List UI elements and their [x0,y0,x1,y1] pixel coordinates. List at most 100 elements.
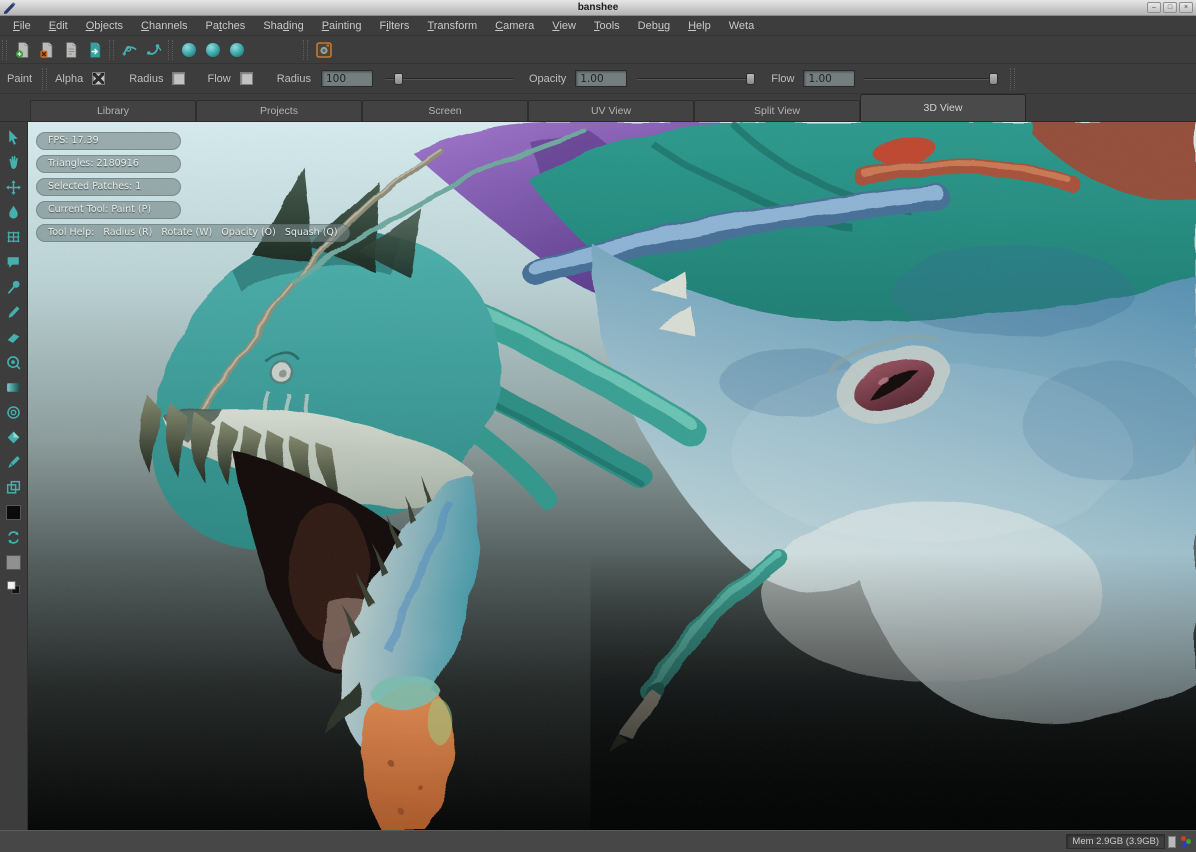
curve-tool-button[interactable] [142,38,166,62]
maximize-button[interactable]: □ [1163,2,1177,13]
menu-item[interactable]: Edit [40,16,77,36]
view-tab[interactable]: Projects [196,100,362,121]
new-project-button[interactable] [11,38,35,62]
save-project-button[interactable] [59,38,83,62]
toolbar-drag-handle[interactable] [109,40,114,60]
brush-preset-1-button[interactable] [177,38,201,62]
warp-grid-tool-button[interactable] [2,225,26,249]
radius-slider[interactable] [385,72,513,86]
close-project-button[interactable] [35,38,59,62]
background-color-icon [5,554,22,571]
3d-viewport[interactable]: FPS: 17.39 Triangles: 2180916 Selected P… [28,122,1196,830]
opacity-slider[interactable] [637,72,755,86]
patch-tool-button[interactable] [2,250,26,274]
menu-item[interactable]: File [4,16,40,36]
import-archive-icon [86,41,104,59]
opacity-label: Opacity [529,73,566,85]
flow-slider[interactable] [864,72,998,86]
flow-input[interactable] [803,70,855,87]
tool-shelf [0,122,28,830]
swap-colors-button[interactable] [2,525,26,549]
path-tool-icon [121,41,139,59]
brush-preset-2-button[interactable] [201,38,225,62]
menu-item[interactable]: View [543,16,585,36]
paint-tool-label: Paint [7,73,32,85]
menu-item[interactable]: Objects [77,16,132,36]
radius-checkbox[interactable] [172,72,185,85]
menu-item[interactable]: Painting [313,16,371,36]
memory-indicator: Mem 2.9GB (3.9GB) [1066,834,1165,849]
radius-slider-handle[interactable] [394,73,403,85]
menu-item[interactable]: Transform [418,16,486,36]
view-tab[interactable]: Library [30,100,196,121]
brush-preset-3-button[interactable] [225,38,249,62]
paint-through-tool-button[interactable] [2,450,26,474]
foreground-color-icon [5,504,22,521]
menu-item[interactable]: Help [679,16,720,36]
brush-preset-1-icon [180,41,198,59]
droplet-icon [5,204,22,221]
paint-brush-tool-button[interactable] [2,300,26,324]
pan-hand-icon [5,154,22,171]
view-tab[interactable]: Screen [362,100,528,121]
reset-colors-button[interactable] [2,575,26,599]
minimize-button[interactable]: – [1147,2,1161,13]
view-tab-bar: Library Projects Screen UV View Split Vi… [0,94,1196,122]
blur-tool-button[interactable] [2,200,26,224]
clone-stamp-icon [5,354,22,371]
close-button[interactable]: × [1179,2,1193,13]
status-spacer [1168,836,1176,848]
pan-tool-button[interactable] [2,150,26,174]
view-tab[interactable]: 3D View [860,94,1026,121]
menu-item[interactable]: Weta [720,16,763,36]
hud-pill: Selected Patches: 1 [36,178,181,196]
close-project-icon [38,41,56,59]
radial-falloff-tool-button[interactable] [2,400,26,424]
clone-stamp-tool-button[interactable] [2,350,26,374]
move-cross-icon [5,179,22,196]
rgb-channels-icon [1180,836,1192,848]
menu-item[interactable]: Shading [254,16,312,36]
opacity-slider-handle[interactable] [746,73,755,85]
radius-input[interactable] [321,70,373,87]
toolbar-drag-handle[interactable] [303,40,308,60]
path-tool-button[interactable] [118,38,142,62]
toolbar-drag-handle[interactable] [2,40,7,60]
window-title: banshee [0,2,1196,13]
paintbar-drag-handle[interactable] [42,68,47,90]
flow-label: Flow [771,73,794,85]
background-color-swatch[interactable] [2,550,26,574]
view-tab[interactable]: Split View [694,100,860,121]
gradient-tool-button[interactable] [2,375,26,399]
view-tab[interactable]: UV View [528,100,694,121]
menu-item[interactable]: Patches [197,16,255,36]
copy-patch-tool-button[interactable] [2,475,26,499]
select-tool-button[interactable] [2,125,26,149]
import-archive-button[interactable] [83,38,107,62]
save-project-icon [62,41,80,59]
hud-pill: Current Tool: Paint (P) [36,201,181,219]
select-arrow-icon [5,129,22,146]
flow-toggle-label: Flow [207,73,230,85]
opacity-input[interactable] [575,70,627,87]
flow-checkbox[interactable] [240,72,253,85]
menu-item[interactable]: Tools [585,16,629,36]
paint-properties-bar: Paint Alpha Radius Flow Radius Opacity F… [0,64,1196,94]
alpha-checkbox[interactable] [92,72,105,85]
hud-pill: Tool Help: Radius (R) Rotate (W) Opacity… [36,224,350,242]
menu-item[interactable]: Filters [370,16,418,36]
pin-tool-button[interactable] [2,275,26,299]
toolbar-drag-handle[interactable] [168,40,173,60]
projection-camera-button[interactable] [312,38,336,62]
flow-slider-handle[interactable] [989,73,998,85]
menu-item[interactable]: Channels [132,16,197,36]
status-bar: Mem 2.9GB (3.9GB) [0,830,1196,852]
vector-sphere-tool-button[interactable] [2,425,26,449]
menu-item[interactable]: Camera [486,16,543,36]
menu-item[interactable]: Debug [629,16,679,36]
brush-preset-3-icon [228,41,246,59]
eraser-tool-button[interactable] [2,325,26,349]
move-tool-button[interactable] [2,175,26,199]
foreground-color-swatch[interactable] [2,500,26,524]
paintbar-drag-handle[interactable] [1010,68,1015,90]
